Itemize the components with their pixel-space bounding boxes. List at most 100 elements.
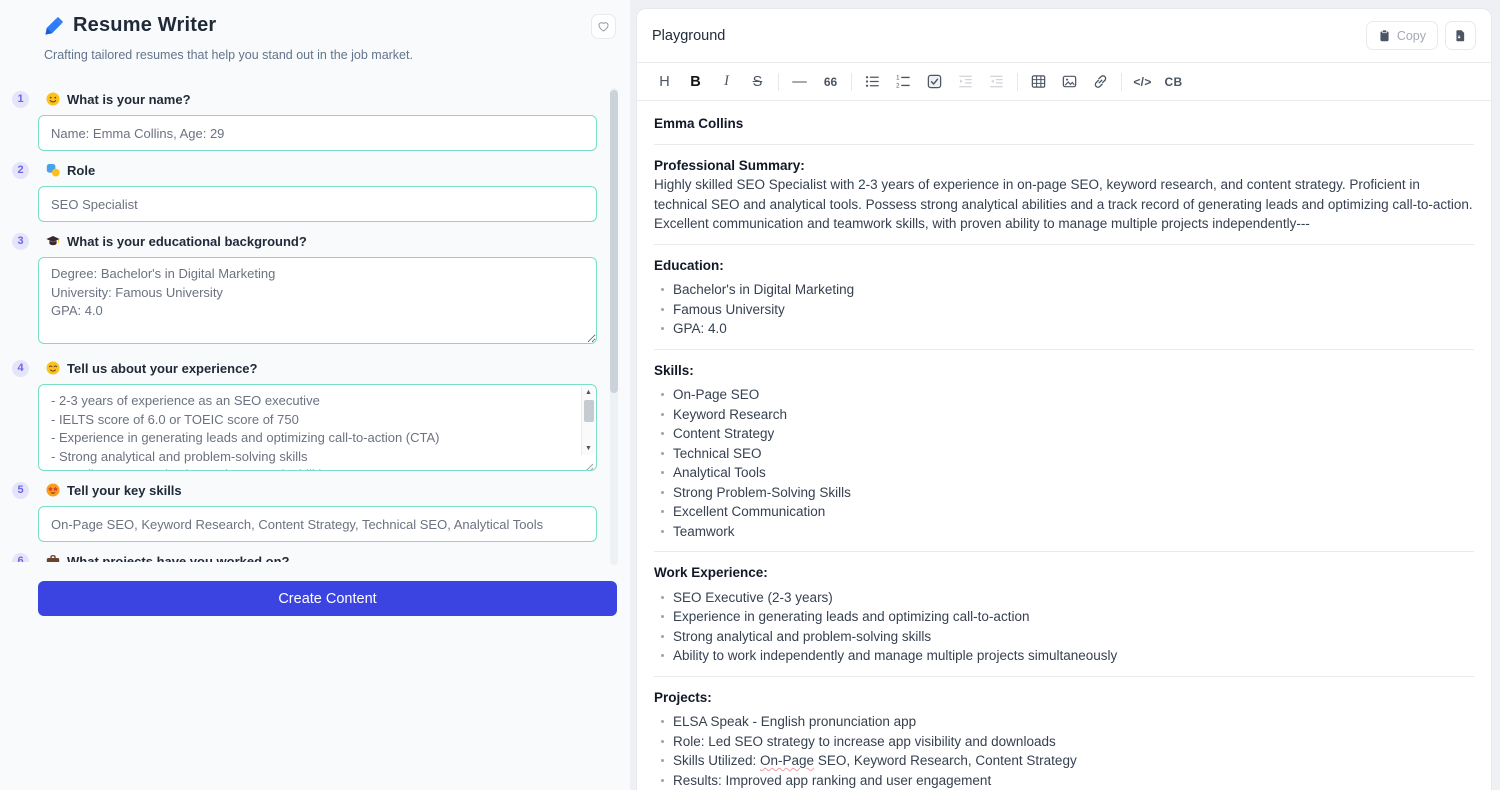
horizontal-rule-button[interactable]: — [784, 69, 815, 95]
task-list-button[interactable] [919, 69, 950, 95]
resume-bullet: Analytical Tools [654, 463, 1474, 483]
app-title: Resume Writer [73, 14, 216, 37]
textarea-scrollbar[interactable]: ▲▼ [581, 386, 595, 455]
resume-bullet: Results: Improved app ranking and user e… [654, 771, 1474, 790]
divider [654, 144, 1474, 145]
outdent-button [981, 69, 1012, 95]
playground-header: Playground Copy [637, 9, 1491, 63]
question-row: 5Tell your key skills [12, 482, 597, 498]
answer-field [38, 115, 597, 151]
resume-bullet: Keyword Research [654, 405, 1474, 425]
scroll-up-arrow[interactable]: ▲ [585, 386, 592, 399]
answer-field: - 2-3 years of experience as an SEO exec… [38, 384, 597, 471]
section-heading: Professional Summary: [654, 156, 1474, 176]
question-label: What projects have you worked on? [67, 554, 289, 563]
question-row: 2 Role [12, 162, 597, 178]
questions-list: 1What is your name?2Role3What is your ed… [0, 85, 618, 562]
resume-bullet: Strong Problem-Solving Skills [654, 483, 1474, 503]
svg-text:2: 2 [896, 83, 900, 90]
answer-input[interactable] [38, 506, 597, 542]
smiling-face-emoji [46, 92, 60, 106]
resume-bullet: Technical SEO [654, 444, 1474, 464]
code-block-button[interactable]: CB [1158, 69, 1189, 95]
bullet-list-button[interactable] [857, 69, 888, 95]
question-number-badge: 1 [12, 91, 29, 108]
resume-bullet: Teamwork [654, 522, 1474, 542]
resume-name: Emma Collins [654, 114, 1474, 134]
svg-text:1: 1 [896, 75, 900, 82]
question-row: 6 What projects have you worked on? [12, 553, 597, 562]
favorite-button[interactable] [591, 14, 616, 39]
resume-bullet: Bachelor's in Digital Marketing [654, 280, 1474, 300]
resume-bullet: GPA: 4.0 [654, 319, 1474, 339]
toolbar-separator [778, 73, 779, 91]
export-file-button[interactable] [1445, 21, 1476, 50]
create-content-button[interactable]: Create Content [38, 581, 617, 616]
heart-icon [597, 20, 610, 33]
toolbar-separator [851, 73, 852, 91]
file-icon [1454, 29, 1467, 42]
question-number-badge: 6 [12, 553, 29, 563]
resume-bullet: SEO Executive (2-3 years) [654, 588, 1474, 608]
section-paragraph: Highly skilled SEO Specialist with 2-3 y… [654, 175, 1474, 234]
scroll-down-arrow[interactable]: ▼ [585, 442, 592, 455]
app-subtitle: Crafting tailored resumes that help you … [44, 48, 616, 62]
ordered-list-button[interactable]: 12 [888, 69, 919, 95]
playground-title: Playground [652, 28, 725, 44]
question-label: Tell us about your experience? [67, 361, 257, 376]
blockquote-button[interactable]: 66 [815, 69, 846, 95]
link-button[interactable] [1085, 69, 1116, 95]
section-heading: Projects: [654, 688, 1474, 708]
answer-textarea[interactable] [38, 257, 597, 344]
answer-input[interactable] [38, 115, 597, 151]
question-label: Role [67, 163, 95, 178]
answer-field [38, 186, 597, 222]
resume-bullet: Famous University [654, 300, 1474, 320]
indent-button [950, 69, 981, 95]
bullet-list: ELSA Speak - English pronunciation appRo… [654, 712, 1474, 790]
question-label: Tell your key skills [67, 483, 182, 498]
resume-bullet: Content Strategy [654, 424, 1474, 444]
playground-card: Playground Copy HBIS —66 12 </>CB Emma Coll… [636, 8, 1492, 790]
divider [654, 676, 1474, 677]
code-button[interactable]: </> [1127, 69, 1158, 95]
graduation-cap-emoji [46, 234, 60, 248]
image-button[interactable] [1054, 69, 1085, 95]
pencil-icon [44, 16, 64, 36]
divider [654, 551, 1474, 552]
divider [654, 244, 1474, 245]
strikethrough-button[interactable]: S [742, 69, 773, 95]
clipboard-icon [1378, 29, 1391, 42]
copy-button-label: Copy [1397, 29, 1426, 43]
question-number-badge: 4 [12, 360, 29, 377]
generated-resume: Emma Collins Professional Summary:Highly … [637, 101, 1491, 790]
question-number-badge: 3 [12, 233, 29, 250]
star-struck-emoji [46, 483, 60, 497]
bold-button[interactable]: B [680, 69, 711, 95]
italic-button[interactable]: I [711, 69, 742, 95]
answer-input[interactable] [38, 186, 597, 222]
section-heading: Education: [654, 256, 1474, 276]
left-scrollbar-thumb[interactable] [610, 90, 618, 393]
toolbar-separator [1017, 73, 1018, 91]
section-heading: Work Experience: [654, 563, 1474, 583]
copy-button[interactable]: Copy [1366, 21, 1438, 50]
question-number-badge: 2 [12, 162, 29, 179]
resume-bullet: Ability to work independently and manage… [654, 646, 1474, 666]
resize-handle-icon[interactable] [585, 459, 594, 468]
bullet-list: On-Page SEOKeyword ResearchContent Strat… [654, 385, 1474, 541]
resume-writer-panel: Resume Writer Crafting tailored resumes … [0, 0, 630, 790]
resume-bullet: ELSA Speak - English pronunciation app [654, 712, 1474, 732]
resume-bullet: Role: Led SEO strategy to increase app v… [654, 732, 1474, 752]
question-row: 4 Tell us about your experience? [12, 360, 597, 376]
left-scrollbar-track[interactable] [610, 88, 618, 565]
resume-bullet: On-Page SEO [654, 385, 1474, 405]
heading-button[interactable]: H [649, 69, 680, 95]
scrollbar-thumb[interactable] [584, 400, 594, 422]
misspelled-word: On-Page [760, 753, 814, 768]
table-button[interactable] [1023, 69, 1054, 95]
toolbar-separator [1121, 73, 1122, 91]
resume-bullet: Strong analytical and problem-solving sk… [654, 627, 1474, 647]
question-row: 1What is your name? [12, 91, 597, 107]
answer-textarea[interactable]: - 2-3 years of experience as an SEO exec… [38, 384, 597, 471]
